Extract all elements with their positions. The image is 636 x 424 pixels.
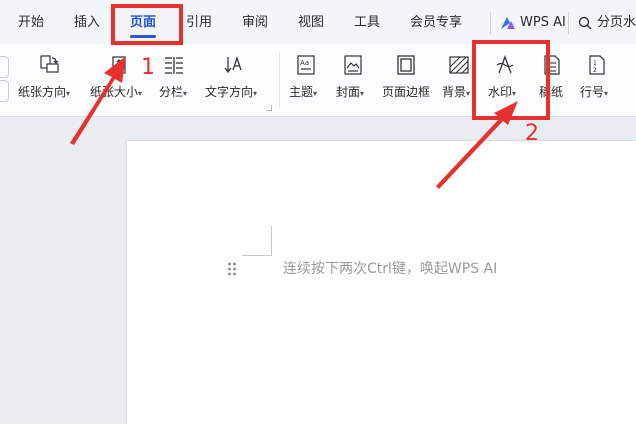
- chevron-down-icon: ▾: [313, 89, 318, 98]
- tab-tools[interactable]: 工具: [354, 14, 380, 32]
- chevron-down-icon: ▾: [604, 89, 609, 98]
- paper-size-label: 纸张大小: [90, 85, 139, 99]
- watermark-label: 水印: [488, 85, 513, 99]
- tab-view[interactable]: 视图: [298, 14, 324, 32]
- tab-separator: [568, 12, 569, 34]
- svg-text:Aa: Aa: [300, 59, 309, 67]
- drag-handle-icon[interactable]: [227, 262, 237, 276]
- cover-icon: [344, 55, 362, 75]
- background-icon: [449, 56, 469, 74]
- manuscript-label: 稿纸: [539, 85, 564, 99]
- active-tab-indicator: [130, 35, 156, 38]
- chevron-down-icon: ▾: [253, 89, 258, 98]
- page-ribbon: 纸张方向▾ 纸张大小▾ 分栏▾ 文字方向▾ Aa 主题▾ 封面▾ 页面边框 背景…: [0, 44, 636, 117]
- search-box[interactable]: 分页水印: [578, 12, 636, 34]
- theme-icon: Aa: [297, 55, 315, 75]
- ribbon-scroll-up[interactable]: [0, 56, 9, 78]
- margin-corner-mark: [242, 226, 272, 256]
- text-direction-label: 文字方向: [205, 85, 254, 99]
- group-expand-icon[interactable]: [266, 105, 272, 111]
- theme-label: 主题: [289, 85, 314, 99]
- columns-label: 分栏: [159, 85, 184, 99]
- tab-insert[interactable]: 插入: [74, 14, 100, 32]
- chevron-down-icon: ▾: [360, 89, 365, 98]
- svg-text:1: 1: [593, 60, 597, 67]
- line-number-icon: 1 2: [589, 55, 605, 75]
- background-label: 背景: [442, 85, 467, 99]
- svg-text:2: 2: [593, 67, 597, 74]
- tab-start[interactable]: 开始: [18, 14, 44, 32]
- ribbon-scroll-down[interactable]: [0, 80, 9, 102]
- text-direction-icon: [224, 55, 242, 74]
- ribbon-separator: [279, 52, 280, 108]
- columns-icon: [165, 57, 183, 74]
- page-border-icon: [397, 55, 415, 75]
- search-icon: [578, 16, 592, 30]
- chevron-down-icon: ▾: [183, 89, 188, 98]
- document-page[interactable]: [127, 141, 636, 424]
- tab-separator: [490, 12, 491, 34]
- tab-member[interactable]: 会员专享: [410, 14, 462, 32]
- paper-direction-label: 纸张方向: [18, 85, 67, 99]
- cover-label: 封面: [336, 85, 361, 99]
- tab-references[interactable]: 引用: [186, 14, 212, 32]
- chevron-down-icon: ▾: [466, 89, 471, 98]
- step-number-1: 1: [141, 55, 155, 80]
- search-label: 分页水印: [597, 15, 636, 30]
- tab-bar: 开始 插入 页面 引用 审阅 视图 工具 会员专享 WPS AI 分页水印: [0, 0, 636, 44]
- paper-direction-icon: [40, 55, 59, 73]
- watermark-icon: [496, 55, 514, 74]
- page-border-label: 页面边框: [382, 85, 431, 99]
- wps-ai-icon: [501, 17, 515, 29]
- line-number-label: 行号: [580, 85, 605, 99]
- chevron-down-icon: ▾: [138, 89, 143, 98]
- manuscript-icon: [544, 55, 560, 75]
- chevron-down-icon: ▾: [66, 89, 71, 98]
- ai-prompt-placeholder: 连续按下两次Ctrl键，唤起WPS AI: [283, 261, 498, 277]
- step-number-2: 2: [525, 121, 539, 146]
- paper-size-icon: [112, 56, 126, 74]
- tab-page[interactable]: 页面: [130, 14, 156, 32]
- chevron-down-icon: ▾: [512, 89, 517, 98]
- tab-review[interactable]: 审阅: [242, 14, 268, 32]
- wps-ai-label: WPS AI: [520, 15, 566, 30]
